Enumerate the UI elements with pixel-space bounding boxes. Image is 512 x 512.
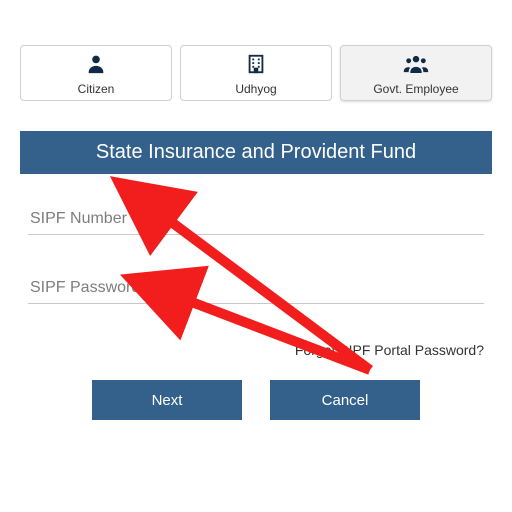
sipf-number-input[interactable]	[28, 204, 484, 235]
group-icon	[403, 53, 429, 80]
cancel-button[interactable]: Cancel	[270, 380, 420, 420]
login-type-tabs: Citizen Udhyog Govt. Employee	[20, 45, 492, 101]
person-icon	[85, 53, 107, 80]
forgot-password-link[interactable]: Forgot SIPF Portal Password?	[20, 342, 484, 358]
tab-label: Udhyog	[235, 82, 276, 96]
sipf-password-input[interactable]	[28, 273, 484, 304]
tab-citizen[interactable]: Citizen	[20, 45, 172, 101]
button-row: Next Cancel	[20, 380, 492, 420]
sipf-number-wrap	[28, 204, 484, 235]
tab-label: Govt. Employee	[373, 82, 458, 96]
tab-label: Citizen	[78, 82, 115, 96]
page-title: State Insurance and Provident Fund	[20, 131, 492, 174]
building-icon	[245, 53, 267, 80]
tab-govt-employee[interactable]: Govt. Employee	[340, 45, 492, 101]
next-button[interactable]: Next	[92, 380, 242, 420]
sipf-password-wrap	[28, 273, 484, 304]
tab-udhyog[interactable]: Udhyog	[180, 45, 332, 101]
